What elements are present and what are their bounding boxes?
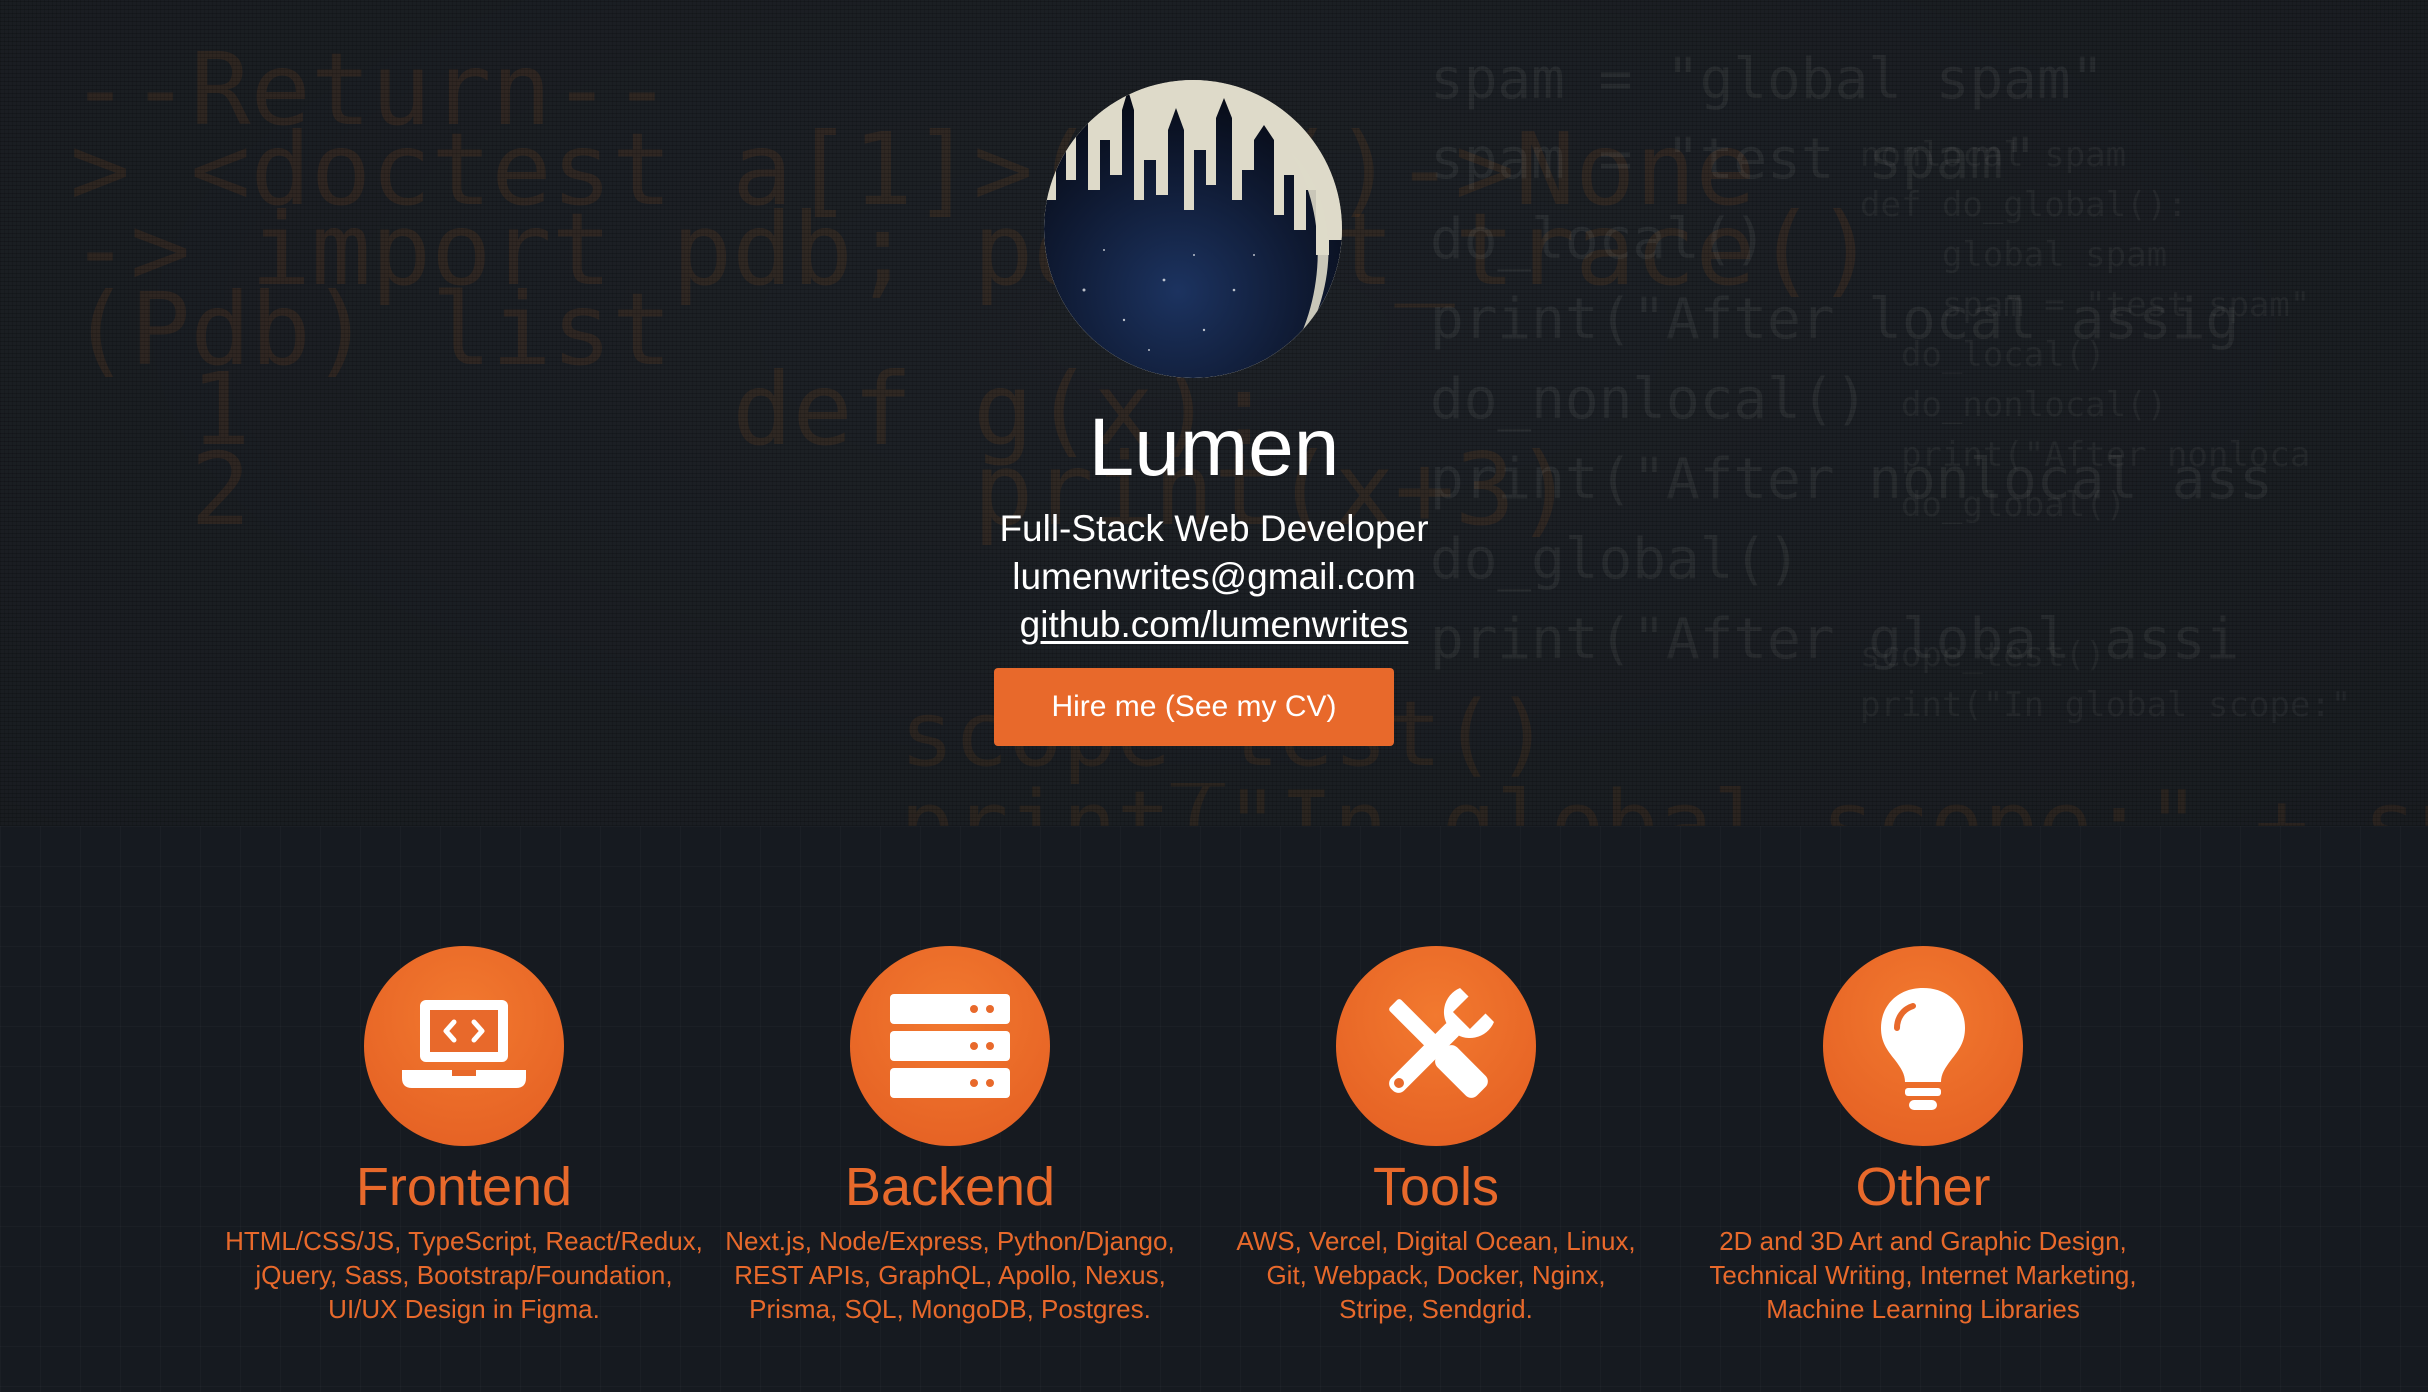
tools-icon bbox=[1336, 946, 1536, 1146]
hero-content: Lumen Full-Stack Web Developer lumenwrit… bbox=[0, 0, 2428, 826]
page: --Return-- > <doctest a[1]>(1)g()->None … bbox=[0, 0, 2428, 1392]
github-link-row: github.com/lumenwrites bbox=[0, 601, 2428, 649]
skill-backend: Backend Next.js, Node/Express, Python/Dj… bbox=[690, 946, 1210, 1326]
hero-section: --Return-- > <doctest a[1]>(1)g()->None … bbox=[0, 0, 2428, 826]
skill-description: Next.js, Node/Express, Python/Django, RE… bbox=[725, 1226, 1175, 1324]
city-skyline-logo-icon bbox=[1044, 80, 1342, 378]
skill-description: HTML/CSS/JS, TypeScript, React/Redux, jQ… bbox=[225, 1226, 703, 1324]
profile-name: Lumen bbox=[1088, 402, 1340, 493]
github-link[interactable]: github.com/lumenwrites bbox=[1020, 604, 1409, 645]
skills-section: Frontend HTML/CSS/JS, TypeScript, React/… bbox=[0, 826, 2428, 1392]
skill-description: 2D and 3D Art and Graphic Design, Techni… bbox=[1709, 1226, 2137, 1324]
skill-other: Other 2D and 3D Art and Graphic Design, … bbox=[1663, 946, 2183, 1326]
profile-role: Full-Stack Web Developer bbox=[999, 508, 1429, 549]
lightbulb-icon bbox=[1823, 946, 2023, 1146]
laptop-code-icon bbox=[364, 946, 564, 1146]
skill-title: Tools bbox=[1372, 1157, 1500, 1217]
hire-me-button[interactable]: Hire me (See my CV) bbox=[994, 668, 1394, 746]
skill-title: Frontend bbox=[355, 1157, 573, 1217]
skill-frontend: Frontend HTML/CSS/JS, TypeScript, React/… bbox=[204, 946, 724, 1326]
skill-description: AWS, Vercel, Digital Ocean, Linux, Git, … bbox=[1236, 1226, 1636, 1324]
server-icon bbox=[850, 946, 1050, 1146]
avatar bbox=[1044, 80, 1342, 378]
skill-title: Backend bbox=[844, 1157, 1056, 1217]
skill-tools: Tools AWS, Vercel, Digital Ocean, Linux,… bbox=[1176, 946, 1696, 1326]
skill-title: Other bbox=[1855, 1157, 1991, 1217]
profile-email: lumenwrites@gmail.com bbox=[1012, 556, 1416, 597]
